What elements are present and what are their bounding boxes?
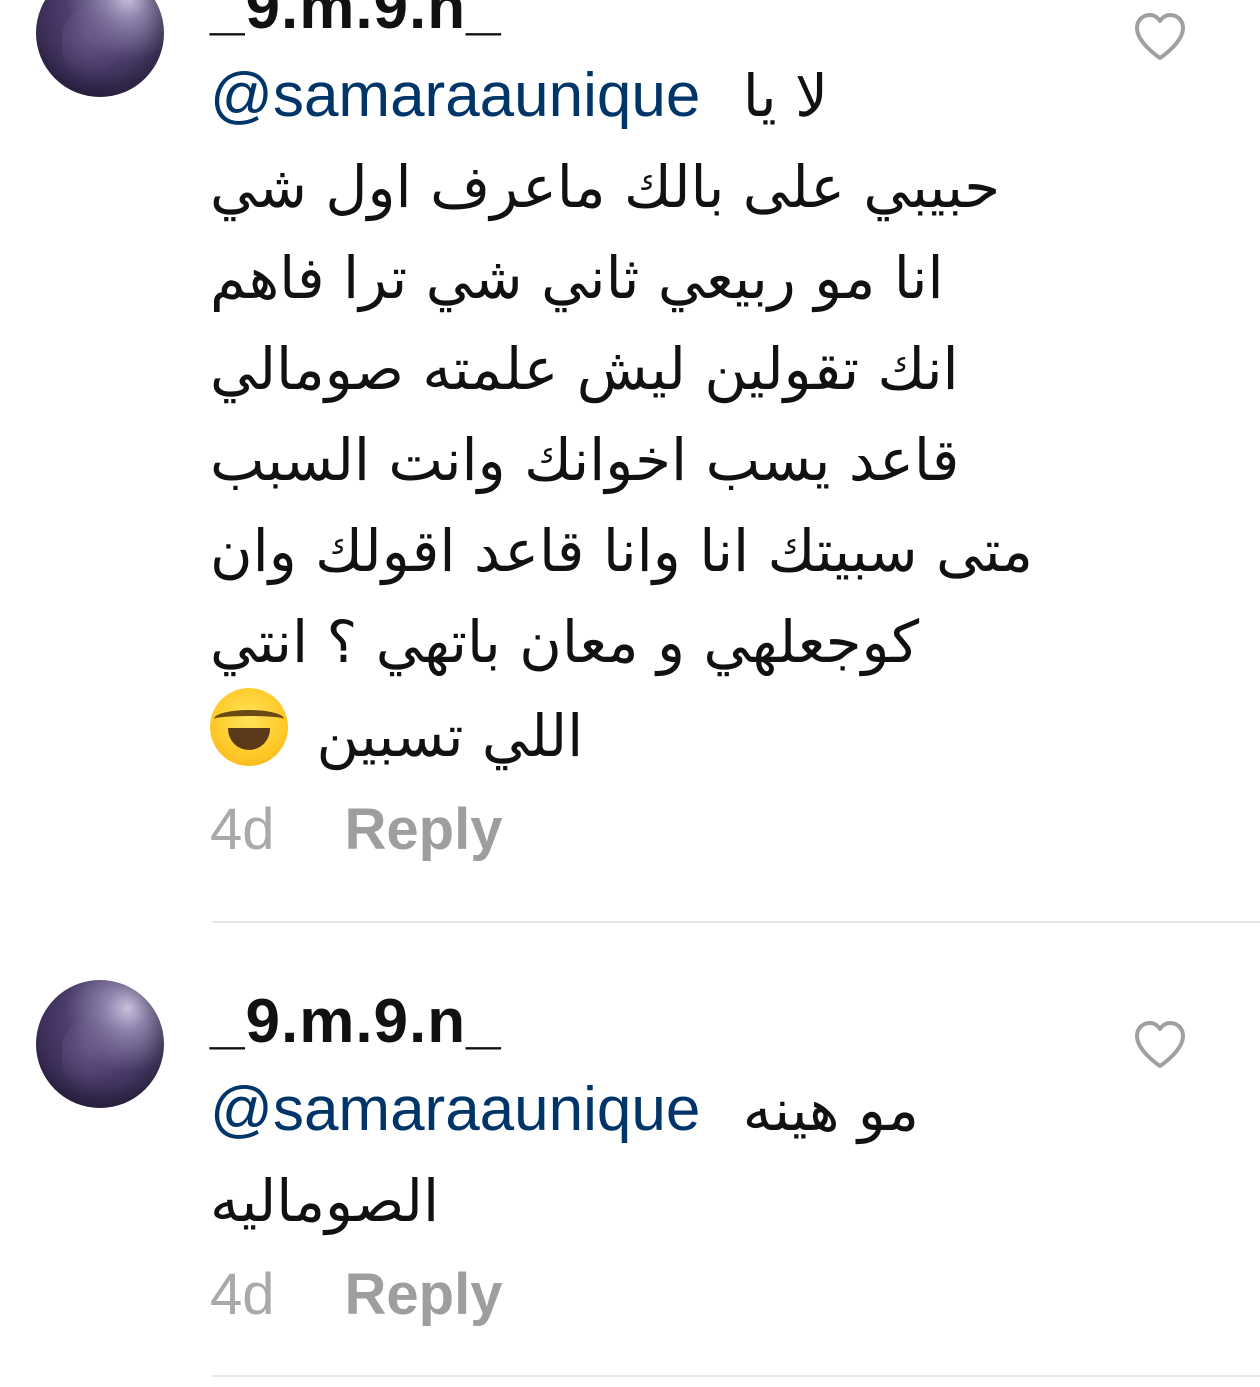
comment-meta: 4d Reply: [210, 1261, 1110, 1328]
comment-last-line: اللي تسبين: [210, 688, 1110, 782]
reply-button[interactable]: Reply: [345, 1261, 503, 1328]
comment-line: اللي تسبين: [316, 702, 584, 770]
comment-meta: 4d Reply: [210, 796, 1110, 863]
comment-line: قاعد يسب اخوانك وانت السبب: [210, 426, 960, 494]
heart-outline-icon[interactable]: [1133, 12, 1187, 62]
comment-line: انا مو ربيعي ثاني شي ترا فاهم: [210, 244, 944, 312]
avatar[interactable]: [36, 980, 164, 1108]
comment-line: حبيبي على بالك ماعرف اول شي: [210, 153, 1001, 221]
comment-line: كوجعلهي و معان باتهي ؟ انتي: [210, 608, 920, 676]
comment-text-fragment: لا يا: [742, 62, 829, 130]
comment-divider: [212, 921, 1260, 923]
comment-username[interactable]: _9.m.9.n_: [210, 986, 1110, 1058]
comment-text-fragment: مو هينه: [742, 1076, 919, 1144]
comment-line: الصوماليه: [210, 1167, 440, 1235]
comment-first-line: @samaraaunique مو هينه: [210, 1064, 1110, 1156]
comment-first-line: @samaraaunique لا يا: [210, 50, 1110, 142]
comment-timestamp: 4d: [210, 797, 275, 862]
comment-line: انك تقولين ليش علمته صومالي: [210, 335, 959, 403]
comment-timestamp: 4d: [210, 1262, 275, 1327]
comment-username[interactable]: _9.m.9.n_: [210, 0, 1110, 44]
avatar[interactable]: [36, 0, 164, 97]
comment-divider: [212, 1375, 1260, 1377]
heart-outline-icon[interactable]: [1133, 1020, 1187, 1070]
mention-link[interactable]: @samaraaunique: [210, 61, 700, 130]
reply-button[interactable]: Reply: [345, 796, 503, 863]
comment-text: @samaraaunique لا يا حبيبي على بالك ماعر…: [210, 50, 1110, 782]
mention-link[interactable]: @samaraaunique: [210, 1075, 700, 1144]
comment-line: متى سبيتك انا وانا قاعد اقولك وان: [210, 517, 1033, 585]
laughing-emoji-icon: [210, 688, 288, 766]
comment-text: @samaraaunique مو هينه الصوماليه: [210, 1064, 1110, 1247]
